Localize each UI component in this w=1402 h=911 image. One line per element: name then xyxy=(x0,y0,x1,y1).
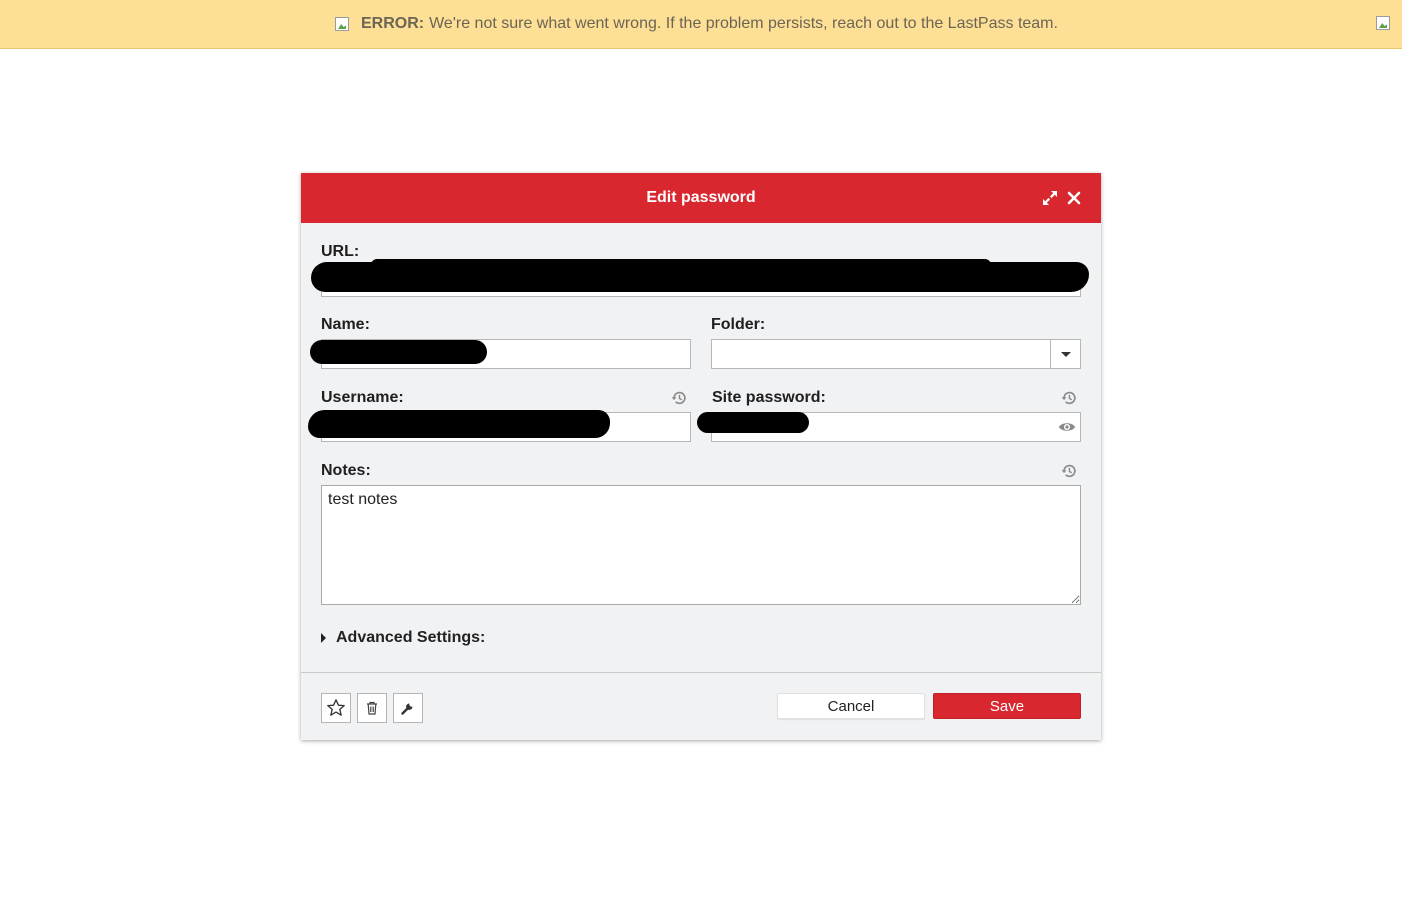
star-icon xyxy=(327,699,345,716)
cancel-button[interactable]: Cancel xyxy=(777,693,925,719)
username-label: Username: xyxy=(321,389,404,406)
name-redaction xyxy=(310,340,487,364)
notes-history-icon[interactable] xyxy=(1060,462,1078,480)
name-label: Name: xyxy=(321,316,370,333)
notes-label: Notes: xyxy=(321,462,371,479)
error-prefix: ERROR: xyxy=(361,15,425,32)
save-button[interactable]: Save xyxy=(933,693,1081,719)
folder-select[interactable] xyxy=(711,339,1081,369)
wrench-icon xyxy=(401,703,413,715)
error-banner: ERROR: We're not sure what went wrong. I… xyxy=(0,0,1402,49)
dialog-header: Edit password xyxy=(301,173,1101,223)
tools-button[interactable] xyxy=(393,693,423,723)
eye-icon[interactable] xyxy=(1058,418,1076,436)
folder-label: Folder: xyxy=(711,316,766,333)
dialog-title: Edit password xyxy=(646,189,756,206)
site-password-label: Site password: xyxy=(712,389,826,406)
caret-right-icon xyxy=(321,633,326,643)
advanced-settings-toggle[interactable]: Advanced Settings: xyxy=(321,629,485,647)
password-redaction xyxy=(697,412,809,433)
username-redaction xyxy=(308,410,610,438)
url-label: URL: xyxy=(321,243,360,260)
username-history-icon[interactable] xyxy=(670,389,688,407)
expand-icon[interactable] xyxy=(1040,188,1060,208)
banner-close-icon[interactable] xyxy=(1376,16,1390,30)
notes-textarea[interactable] xyxy=(321,485,1081,605)
broken-image-icon xyxy=(335,17,349,31)
url-redaction-top xyxy=(371,259,991,271)
favorite-button[interactable] xyxy=(321,693,351,723)
edit-password-dialog: Edit password URL: Name: Folder: Usernam… xyxy=(301,173,1101,740)
folder-dropdown-arrow[interactable] xyxy=(1050,340,1080,368)
advanced-settings-label: Advanced Settings: xyxy=(336,629,486,646)
delete-button[interactable] xyxy=(357,693,387,723)
close-icon[interactable] xyxy=(1064,188,1084,208)
password-history-icon[interactable] xyxy=(1060,389,1078,407)
error-message: ERROR: We're not sure what went wrong. I… xyxy=(335,15,1058,33)
trash-icon xyxy=(367,701,377,715)
footer-divider xyxy=(301,672,1101,673)
error-text: We're not sure what went wrong. If the p… xyxy=(429,15,1058,32)
